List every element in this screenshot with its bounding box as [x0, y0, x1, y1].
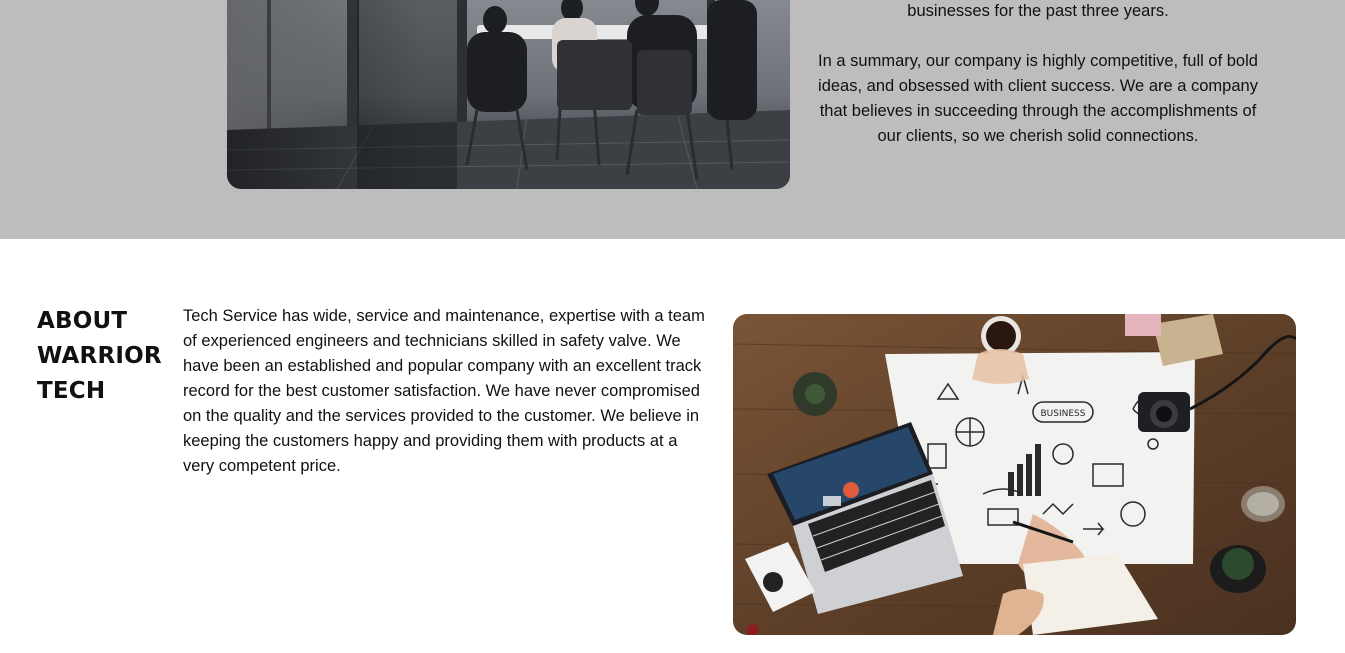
about-title-line: WARRIOR [37, 343, 162, 369]
business-sketch-label: BUSINESS [1041, 409, 1086, 419]
business-desk-image: BUSINESS [733, 314, 1296, 635]
meeting-room-image [227, 0, 790, 189]
company-paragraph-tail: businesses for the past three years. [907, 2, 1169, 20]
company-summary-paragraph: In a summary, our company is highly comp… [818, 52, 1258, 145]
about-title-line: ABOUT [37, 308, 128, 334]
business-desk-illustration: BUSINESS [733, 314, 1296, 635]
about-section-body: Tech Service has wide, service and maint… [183, 307, 705, 475]
about-title-line: TECH [37, 378, 106, 404]
company-summary-text: businesses for the past three years. In … [810, 0, 1266, 149]
meeting-room-illustration [227, 0, 790, 189]
about-section-title: ABOUT WARRIOR TECH [37, 304, 177, 409]
